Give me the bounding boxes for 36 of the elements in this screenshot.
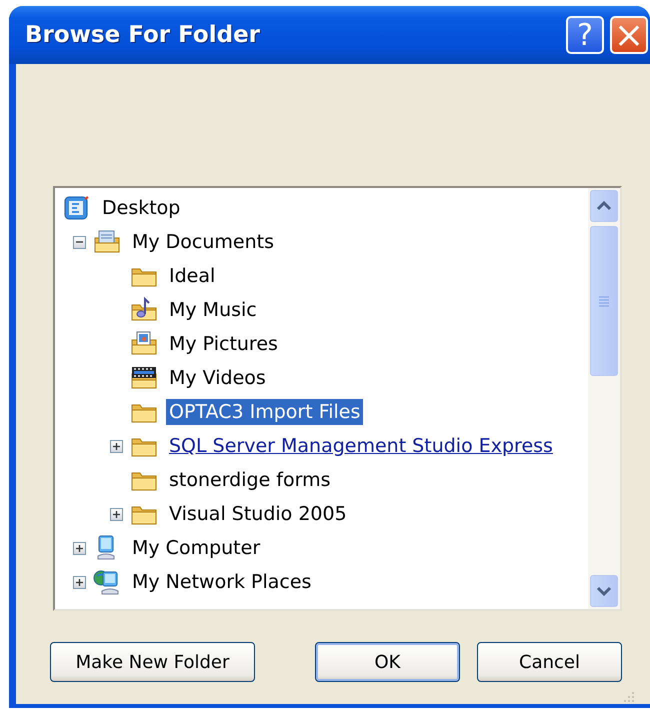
plus-icon	[113, 510, 120, 518]
scrollbar-thumb[interactable]	[590, 226, 618, 376]
folder-item[interactable]: My Videos	[166, 365, 269, 391]
dialog-button[interactable]: Make New Folder	[50, 642, 255, 682]
resize-grip-icon[interactable]	[622, 690, 636, 704]
collapse-button[interactable]	[73, 236, 86, 248]
folder-item[interactable]: My Documents	[129, 229, 278, 255]
plus-icon	[76, 578, 83, 586]
scroll-up-button[interactable]	[590, 190, 618, 222]
folder-item[interactable]: stonerdige forms	[166, 467, 334, 493]
network-computers-icon	[93, 568, 121, 596]
folder-item[interactable]: My Music	[166, 297, 260, 323]
minus-icon	[76, 241, 83, 243]
folder-item[interactable]: SQL Server Management Studio Express	[166, 433, 556, 459]
scroll-down-button[interactable]	[590, 575, 618, 607]
expand-button[interactable]	[73, 542, 86, 554]
grip-lines-icon	[598, 295, 610, 307]
dialog-button[interactable]: Cancel	[477, 642, 622, 682]
folder-item[interactable]: My Computer	[129, 535, 264, 561]
folder-item[interactable]: Ideal	[166, 263, 218, 289]
plus-icon	[113, 442, 120, 450]
caret-down-icon	[596, 586, 612, 596]
expand-button[interactable]	[110, 508, 123, 520]
folder-item[interactable]: Desktop	[99, 195, 184, 221]
folder-item[interactable]: My Network Places	[129, 569, 314, 595]
help-button[interactable]: ?	[566, 16, 604, 54]
window-title: Browse For Folder	[25, 22, 262, 48]
expand-button[interactable]	[73, 576, 86, 588]
plus-icon	[76, 544, 83, 552]
folder-item[interactable]: OPTAC3 Import Files	[166, 399, 364, 425]
caret-up-icon	[596, 201, 612, 211]
folder-item[interactable]: My Pictures	[166, 331, 281, 357]
dialog-button[interactable]: OK	[315, 642, 460, 682]
expand-button[interactable]	[110, 440, 123, 452]
folder-item[interactable]: Visual Studio 2005	[166, 501, 350, 527]
desktop-icon	[63, 194, 91, 222]
